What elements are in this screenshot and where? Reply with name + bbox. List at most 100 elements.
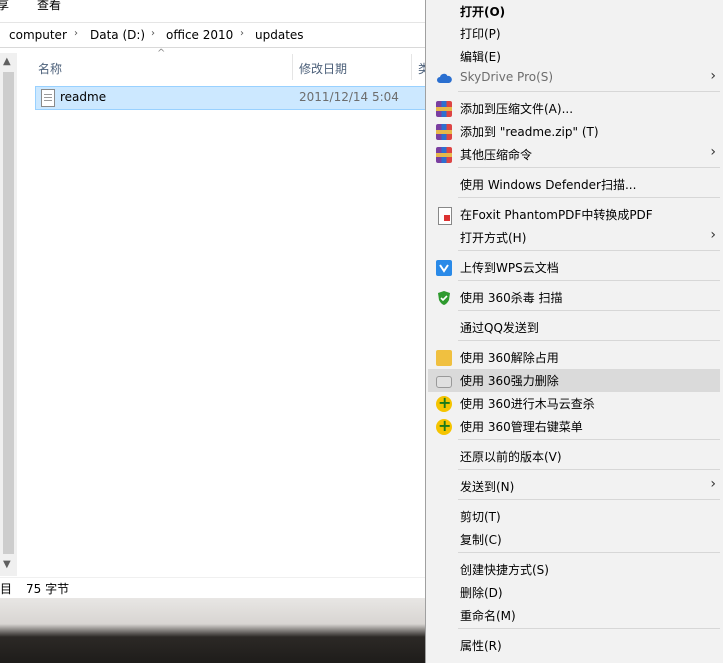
- submenu-chevron-icon: ›: [710, 476, 716, 492]
- column-header-date[interactable]: 修改日期: [299, 60, 347, 77]
- text-file-icon: [41, 89, 55, 107]
- sort-ascending-icon: ^: [157, 48, 166, 59]
- context-menu-item[interactable]: 创建快捷方式(S): [428, 558, 720, 581]
- menu-separator: [458, 197, 720, 198]
- context-menu-item-label: 删除(D): [460, 586, 503, 600]
- context-menu-item-label: 上传到WPS云文档: [460, 261, 559, 275]
- file-row-selected[interactable]: readme 2011/12/14 5:04: [35, 86, 432, 110]
- chevron-right-icon[interactable]: ›: [240, 28, 244, 39]
- wps-cloud-icon: [436, 260, 452, 276]
- context-menu-item[interactable]: 发送到(N) ›: [428, 475, 720, 498]
- context-menu-item[interactable]: 通过QQ发送到: [428, 316, 720, 339]
- context-menu-item-label: 添加到 "readme.zip" (T): [460, 125, 599, 139]
- 360-shred-icon: [436, 376, 452, 388]
- context-menu-item[interactable]: 其他压缩命令 ›: [428, 143, 720, 166]
- context-menu-item-label: 通过QQ发送到: [460, 321, 539, 335]
- 360-plus-icon: [436, 393, 452, 412]
- menu-separator: [458, 167, 720, 168]
- context-menu: 打开(O) 打印(P) 编辑(E) SkyDrive Pro(S) › 添加到压缩文件(A…: [425, 0, 723, 663]
- context-menu-item[interactable]: 属性(R): [428, 634, 720, 657]
- context-menu-item-label: 发送到(N): [460, 480, 515, 494]
- status-size: 75 字节: [26, 582, 70, 596]
- context-menu-item[interactable]: 编辑(E): [428, 45, 720, 68]
- skydrive-cloud-icon: [436, 71, 452, 87]
- context-menu-item-label: 打开(O): [460, 5, 506, 19]
- winrar-icon: [436, 101, 452, 117]
- context-menu-item[interactable]: 还原以前的版本(V): [428, 445, 720, 468]
- column-divider[interactable]: [411, 54, 412, 80]
- context-menu-item-label: 使用 360杀毒 扫描: [460, 291, 563, 305]
- column-header-name[interactable]: 名称: [38, 60, 62, 77]
- context-menu-item[interactable]: 剪切(T): [428, 505, 720, 528]
- scroll-down-icon[interactable]: ▼: [3, 559, 11, 570]
- menu-separator: [458, 340, 720, 341]
- submenu-chevron-icon: ›: [710, 227, 716, 243]
- 360-shield-icon: [436, 290, 452, 306]
- context-menu-item[interactable]: 使用 360解除占用: [428, 346, 720, 369]
- context-menu-item[interactable]: 使用 360管理右键菜单: [428, 415, 720, 438]
- context-menu-item[interactable]: 使用 360进行木马云查杀: [428, 392, 720, 415]
- context-menu-item-label: 打开方式(H): [460, 231, 527, 245]
- submenu-chevron-icon: ›: [710, 68, 716, 84]
- context-menu-item-label: 使用 Windows Defender扫描...: [460, 178, 637, 192]
- context-menu-item[interactable]: 打印(P): [428, 22, 720, 45]
- column-divider[interactable]: [292, 54, 293, 80]
- submenu-chevron-icon: ›: [710, 144, 716, 160]
- context-menu-item[interactable]: 添加到 "readme.zip" (T): [428, 120, 720, 143]
- scroll-up-icon[interactable]: ▲: [3, 56, 11, 67]
- 360-unlock-icon: [436, 350, 452, 366]
- context-menu-item[interactable]: 打开方式(H) ›: [428, 226, 720, 249]
- menu-separator: [458, 499, 720, 500]
- ribbon-tab-share[interactable]: 享: [0, 0, 9, 13]
- context-menu-item-label: 创建快捷方式(S): [460, 563, 549, 577]
- menu-separator: [458, 250, 720, 251]
- context-menu-item-label: 使用 360进行木马云查杀: [460, 397, 595, 411]
- context-menu-item[interactable]: 添加到压缩文件(A)...: [428, 97, 720, 120]
- context-menu-item[interactable]: 重命名(M): [428, 604, 720, 627]
- context-menu-item[interactable]: 使用 360强力删除: [428, 369, 720, 392]
- file-explorer-window: 享 查看 computer › Data (D:) › office 2010 …: [0, 0, 440, 598]
- context-menu-item-label: 剪切(T): [460, 510, 501, 524]
- context-menu-item[interactable]: 打开(O): [428, 0, 720, 23]
- menu-separator: [458, 310, 720, 311]
- chevron-right-icon[interactable]: ›: [74, 28, 78, 39]
- scrollbar-thumb[interactable]: [3, 72, 14, 554]
- context-menu-item-label: SkyDrive Pro(S): [460, 70, 554, 84]
- address-bar[interactable]: computer › Data (D:) › office 2010 › upd…: [0, 24, 440, 48]
- context-menu-item[interactable]: 使用 360杀毒 扫描: [428, 286, 720, 309]
- context-menu-item[interactable]: 删除(D): [428, 581, 720, 604]
- context-menu-item-label: 使用 360强力删除: [460, 374, 559, 388]
- menu-separator: [458, 439, 720, 440]
- breadcrumb-office[interactable]: office 2010: [166, 28, 233, 42]
- context-menu-item[interactable]: 上传到WPS云文档: [428, 256, 720, 279]
- foxit-pdf-icon: [438, 207, 452, 225]
- file-name: readme: [60, 90, 107, 104]
- context-menu-item[interactable]: 在Foxit PhantomPDF中转换成PDF: [428, 203, 720, 226]
- menu-separator: [458, 469, 720, 470]
- ribbon-tab-view[interactable]: 查看: [37, 0, 61, 13]
- context-menu-item-label: 打印(P): [460, 27, 501, 41]
- context-menu-item-label: 其他压缩命令: [460, 148, 533, 162]
- context-menu-item[interactable]: SkyDrive Pro(S) ›: [428, 67, 720, 90]
- menu-separator: [458, 280, 720, 281]
- context-menu-item-label: 使用 360解除占用: [460, 351, 559, 365]
- chevron-right-icon[interactable]: ›: [151, 28, 155, 39]
- context-menu-item-label: 还原以前的版本(V): [460, 450, 562, 464]
- winrar-icon: [436, 124, 452, 140]
- breadcrumb-updates[interactable]: updates: [255, 28, 304, 42]
- desktop-background: [0, 598, 425, 663]
- breadcrumb-drive[interactable]: Data (D:): [90, 28, 145, 42]
- context-menu-item-label: 在Foxit PhantomPDF中转换成PDF: [460, 208, 653, 222]
- ribbon-bar: 享 查看: [0, 0, 440, 23]
- status-bar: 项目 75 字节: [0, 577, 440, 598]
- status-item-count: 项目: [0, 582, 13, 596]
- context-menu-item[interactable]: 复制(C): [428, 528, 720, 551]
- context-menu-item[interactable]: 使用 Windows Defender扫描...: [428, 173, 720, 196]
- context-menu-item-label: 编辑(E): [460, 50, 501, 64]
- context-menu-item-label: 重命名(M): [460, 609, 516, 623]
- vertical-scrollbar[interactable]: ▲ ▼: [0, 53, 17, 576]
- breadcrumb-computer[interactable]: computer: [9, 28, 67, 42]
- 360-plus-icon: [436, 416, 452, 435]
- context-menu-item-label: 属性(R): [460, 639, 502, 653]
- menu-separator: [458, 552, 720, 553]
